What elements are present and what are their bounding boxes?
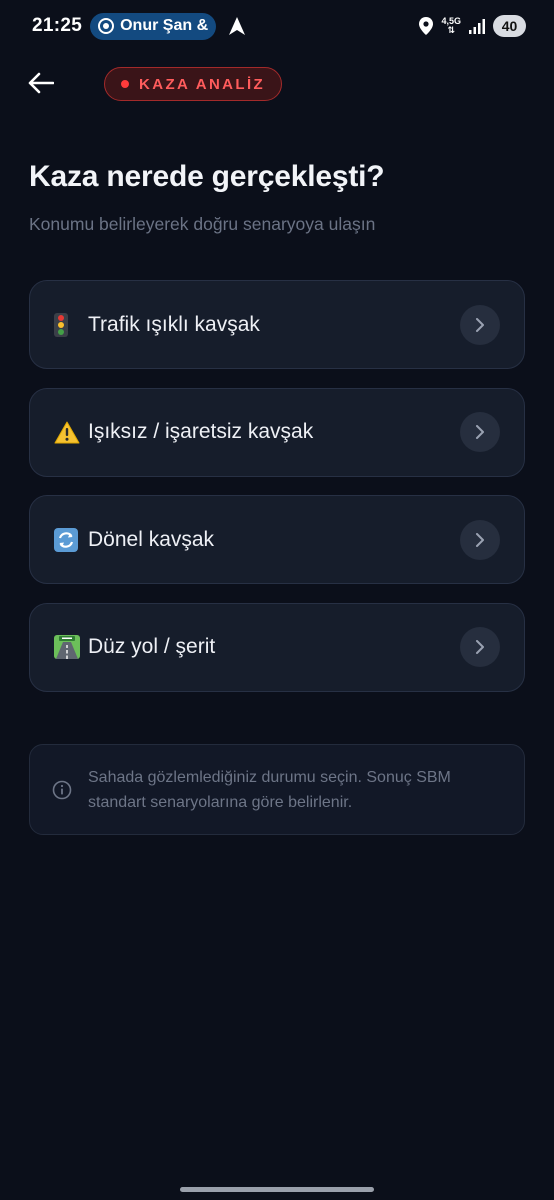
navigation-arrow-icon bbox=[229, 17, 246, 35]
signal-icon bbox=[469, 18, 485, 34]
location-icon bbox=[419, 17, 434, 35]
page-subtitle: Konumu belirleyerek doğru senaryoya ulaş… bbox=[29, 214, 376, 234]
battery-indicator: 40 bbox=[493, 15, 526, 37]
page-title: Kaza nerede gerçekleşti? bbox=[29, 160, 385, 193]
data-arrows-icon: ⇅ bbox=[447, 25, 456, 35]
home-indicator[interactable] bbox=[180, 1187, 374, 1192]
info-icon bbox=[52, 780, 72, 799]
ongoing-call-pill[interactable]: Onur Şan & bbox=[90, 12, 217, 40]
status-bar: 21:25 Onur Şan & 4,5G ⇅ 40 bbox=[0, 0, 554, 52]
status-icons: 4,5G ⇅ 40 bbox=[419, 15, 526, 37]
option-roundabout[interactable]: Dönel kavşak bbox=[29, 495, 525, 584]
info-box: Sahada gözlemlediğiniz durumu seçin. Son… bbox=[29, 744, 525, 835]
kaza-analiz-badge: KAZA ANALİZ bbox=[104, 67, 283, 101]
status-time: 21:25 bbox=[32, 15, 83, 36]
back-button[interactable] bbox=[24, 66, 58, 100]
chevron-right-icon bbox=[460, 412, 500, 452]
arrow-left-icon bbox=[28, 72, 54, 94]
network-indicator: 4,5G ⇅ bbox=[441, 17, 461, 35]
option-label: Trafik ışıklı kavşak bbox=[88, 312, 260, 336]
counterclockwise-arrows-icon bbox=[54, 527, 84, 552]
option-label: Düz yol / şerit bbox=[88, 635, 216, 658]
chevron-right-icon bbox=[460, 627, 500, 667]
motorway-icon bbox=[54, 635, 84, 659]
badge-label: KAZA ANALİZ bbox=[139, 75, 266, 93]
location-options: Trafik ışıklı kavşak Işıksız / işaretsiz… bbox=[29, 280, 525, 710]
chevron-right-icon bbox=[460, 519, 500, 560]
option-traffic-light-junction[interactable]: Trafik ışıklı kavşak bbox=[29, 280, 525, 369]
option-label: Dönel kavşak bbox=[88, 527, 215, 551]
red-dot-icon bbox=[121, 80, 129, 88]
warning-icon bbox=[54, 421, 84, 444]
call-name: Onur Şan & bbox=[120, 17, 209, 34]
chevron-right-icon bbox=[460, 304, 500, 345]
info-text: Sahada gözlemlediğiniz durumu seçin. Son… bbox=[88, 768, 451, 811]
option-straight-road[interactable]: Düz yol / şerit bbox=[29, 602, 525, 692]
option-unsignalized-junction[interactable]: Işıksız / işaretsiz kavşak bbox=[29, 387, 525, 477]
traffic-light-icon bbox=[54, 312, 84, 337]
call-icon bbox=[98, 18, 115, 34]
screen: 21:25 Onur Şan & 4,5G ⇅ 40 KAZA ANALİZ K… bbox=[0, 0, 554, 1200]
option-label: Işıksız / işaretsiz kavşak bbox=[88, 420, 314, 443]
